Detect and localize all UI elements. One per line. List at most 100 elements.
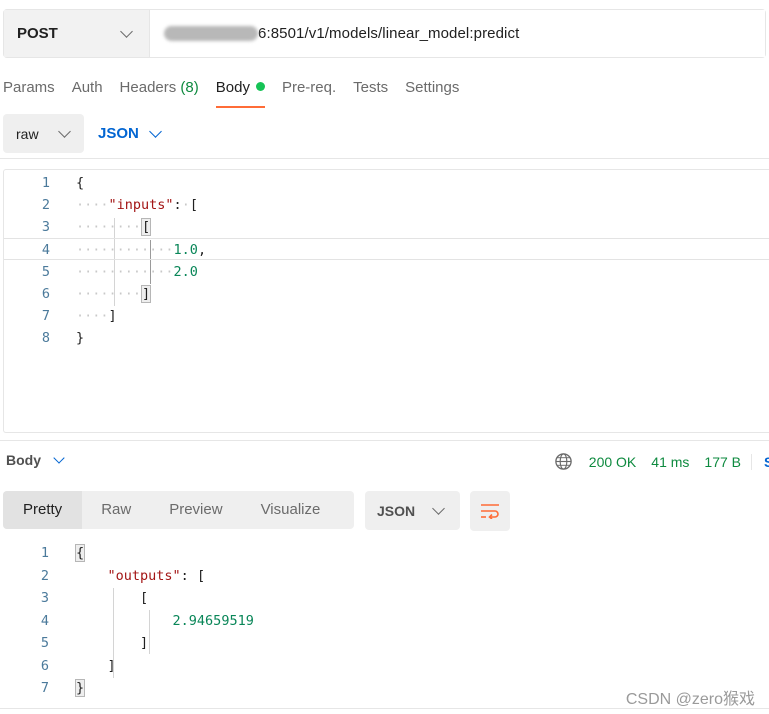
- request-body-editor[interactable]: 1 { 2 ····"inputs":·[ 3 ········[ 4 ····…: [3, 169, 769, 433]
- code-token: :: [173, 197, 182, 213]
- code-token: }: [75, 679, 86, 697]
- tab-pre-request[interactable]: Pre-req.: [282, 78, 336, 108]
- body-language-select[interactable]: JSON: [98, 124, 162, 142]
- code-token: {: [75, 544, 86, 562]
- headers-count: (8): [180, 79, 199, 96]
- json-key: "inputs": [108, 197, 174, 213]
- json-key: "outputs": [107, 568, 181, 584]
- code-token: ]: [141, 285, 152, 303]
- code-line: 2 ····"inputs":·[: [4, 194, 769, 216]
- code-line: 2 "outputs": [: [3, 565, 769, 587]
- response-section-label: Body: [6, 452, 41, 468]
- code-line: 6 ]: [3, 655, 769, 677]
- json-number: 1.0: [173, 242, 198, 258]
- code-line: 5 ]: [3, 632, 769, 654]
- chevron-down-icon: [148, 124, 162, 138]
- request-tabs: Params Auth Headers (8) Body Pre-req. Te…: [3, 78, 476, 108]
- tab-pretty[interactable]: Pretty: [3, 491, 83, 529]
- line-number: 3: [41, 219, 50, 235]
- line-number: 7: [40, 680, 49, 696]
- tab-headers[interactable]: Headers (8): [120, 78, 199, 108]
- chevron-down-icon: [53, 451, 65, 464]
- body-type-select[interactable]: raw: [3, 114, 84, 153]
- code-line: 6 ········]: [4, 283, 769, 305]
- tab-label: Settings: [405, 79, 460, 96]
- status-code[interactable]: 200 OK: [589, 454, 636, 470]
- code-line-highlighted: 4 ············1.0,: [4, 238, 769, 260]
- body-indicator-dot: [255, 82, 265, 91]
- code-token: :: [180, 568, 189, 584]
- code-token: [: [140, 590, 149, 606]
- line-number: 1: [41, 175, 50, 191]
- code-token: [: [141, 218, 152, 236]
- code-line: 3 [: [3, 587, 769, 609]
- response-meta: 200 OK 41 ms 177 B S: [554, 452, 769, 471]
- body-type-label: raw: [16, 125, 39, 142]
- wrap-lines-icon: [481, 504, 499, 519]
- response-size[interactable]: 177 B: [704, 454, 741, 470]
- save-response-button[interactable]: S: [751, 453, 769, 470]
- tab-raw[interactable]: Raw: [82, 491, 150, 529]
- code-token: ]: [108, 308, 117, 324]
- code-token: [: [189, 197, 198, 213]
- tab-body[interactable]: Body: [215, 78, 266, 108]
- code-token: [: [196, 568, 206, 584]
- chevron-down-icon: [58, 124, 71, 138]
- code-line: 1 {: [4, 172, 769, 194]
- code-line: 5 ············2.0: [4, 261, 769, 283]
- tab-label: Tests: [353, 79, 389, 96]
- watermark: CSDN @zero猴戏: [625, 691, 755, 708]
- url-input[interactable]: 6:8501/v1/models/linear_model:predict: [150, 10, 765, 57]
- line-number: 6: [41, 286, 50, 302]
- code-token: ]: [140, 635, 149, 651]
- tab-auth[interactable]: Auth: [72, 78, 103, 108]
- tab-label: Auth: [71, 79, 103, 96]
- response-header: Body 200 OK 41 ms 177 B S: [0, 440, 769, 481]
- code-token: ]: [107, 658, 116, 674]
- tab-label: Body: [215, 79, 250, 96]
- line-number: 1: [40, 545, 49, 561]
- tab-label: Pre-req.: [281, 79, 337, 96]
- response-view-tabs: Pretty Raw Preview Visualize: [3, 491, 354, 529]
- code-line: 7 ····]: [4, 305, 769, 327]
- tab-label: Headers: [119, 79, 177, 96]
- response-format-label: JSON: [377, 502, 416, 519]
- code-line: 3 ········[: [4, 216, 769, 238]
- code-token: {: [76, 175, 85, 191]
- tab-visualize[interactable]: Visualize: [242, 491, 340, 529]
- line-number: 5: [40, 635, 49, 651]
- response-format-select[interactable]: JSON: [365, 491, 460, 530]
- chevron-down-icon: [120, 24, 133, 38]
- line-number: 6: [40, 658, 49, 674]
- code-line: 4 2.94659519: [3, 610, 769, 632]
- tab-params[interactable]: Params: [3, 78, 55, 108]
- tab-tests[interactable]: Tests: [353, 78, 388, 108]
- json-number: 2.0: [173, 264, 198, 280]
- line-number: 8: [41, 330, 50, 346]
- line-number: 4: [40, 613, 49, 629]
- wrap-lines-button[interactable]: [470, 491, 510, 531]
- globe-icon[interactable]: [554, 452, 573, 471]
- line-number: 7: [41, 308, 50, 324]
- line-number: 2: [41, 197, 50, 213]
- divider: [0, 158, 769, 159]
- redacted-host: [164, 26, 258, 41]
- response-time[interactable]: 41 ms: [651, 454, 689, 470]
- code-token: ,: [197, 242, 207, 258]
- chevron-down-icon: [432, 501, 445, 515]
- request-bar: POST 6:8501/v1/models/linear_model:predi…: [3, 9, 766, 58]
- method-select[interactable]: POST: [4, 10, 150, 57]
- response-section-select[interactable]: Body: [6, 451, 65, 468]
- body-mode-row: raw JSON: [3, 114, 162, 153]
- json-number: 2.94659519: [172, 613, 254, 629]
- tab-label: Params: [3, 79, 55, 96]
- tab-preview[interactable]: Preview: [150, 491, 241, 529]
- method-label: POST: [17, 25, 58, 42]
- response-body-viewer: 1 { 2 "outputs": [ 3 [ 4 2.94659519 5 ] …: [3, 542, 769, 702]
- line-number: 5: [41, 264, 50, 280]
- line-number: 4: [41, 242, 50, 258]
- tab-settings[interactable]: Settings: [405, 78, 459, 108]
- code-token: }: [76, 330, 85, 346]
- line-number: 2: [40, 568, 49, 584]
- line-number: 3: [40, 590, 49, 606]
